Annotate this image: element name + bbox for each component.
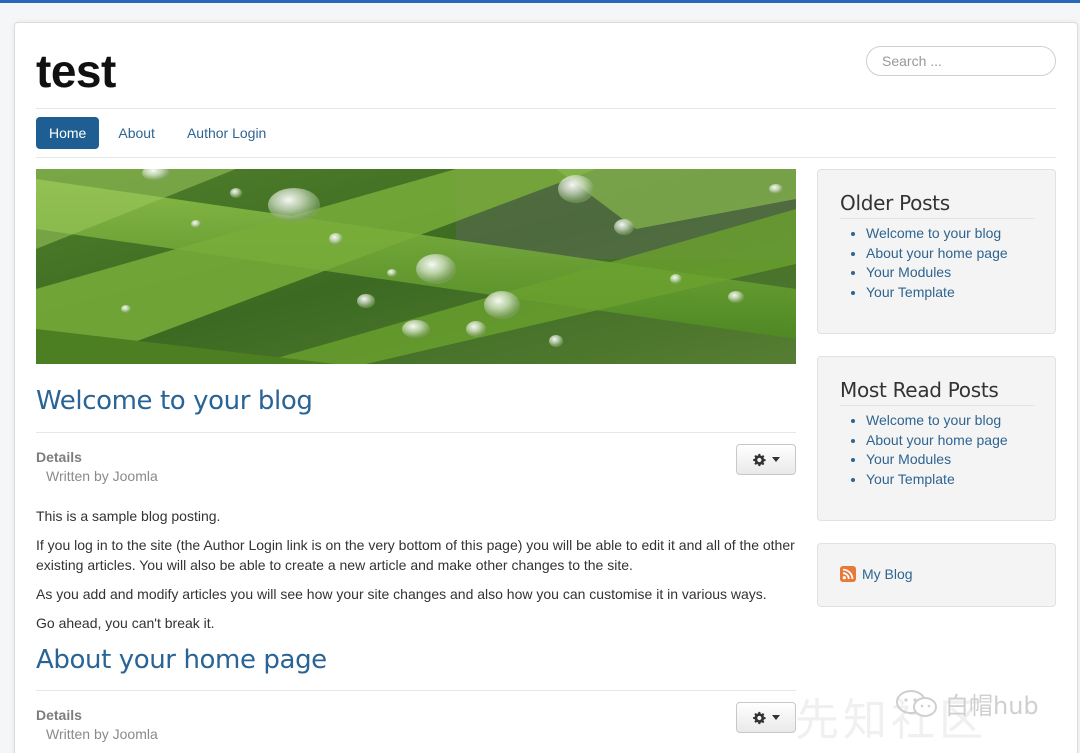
list-item[interactable]: Welcome to your blog — [866, 224, 1008, 244]
article-paragraph: Go ahead, you can't break it. — [36, 615, 215, 631]
list-item[interactable]: About your home page — [866, 244, 1008, 264]
watermark: 白帽hub — [895, 686, 1039, 721]
header-divider — [36, 108, 1056, 109]
feed-link[interactable]: My Blog — [840, 566, 913, 582]
most-read-module: Most Read Posts Welcome to your blog Abo… — [817, 356, 1056, 521]
gear-icon — [753, 711, 766, 724]
main-nav: Home About Author Login — [36, 117, 279, 149]
older-posts-list: Welcome to your blog About your home pag… — [866, 224, 1008, 302]
list-item[interactable]: Your Template — [866, 470, 1008, 490]
most-read-list: Welcome to your blog About your home pag… — [866, 411, 1008, 489]
feed-module: My Blog — [817, 543, 1056, 607]
feed-label: My Blog — [862, 566, 913, 582]
article-title[interactable]: Welcome to your blog — [36, 386, 313, 416]
list-item[interactable]: Your Template — [866, 283, 1008, 303]
details-label: Details — [36, 449, 82, 465]
article-title[interactable]: About your home page — [36, 645, 327, 675]
article-paragraph: As you add and modify articles you will … — [36, 586, 767, 602]
author-line: Written by Joomla — [46, 726, 158, 742]
article-divider — [36, 690, 796, 691]
module-divider — [840, 405, 1035, 406]
article-paragraph: This is a sample blog posting. — [36, 508, 221, 524]
hero-image — [36, 169, 796, 364]
article-tools-button[interactable] — [736, 702, 796, 733]
chevron-down-icon — [772, 715, 780, 720]
nav-item-home[interactable]: Home — [36, 117, 100, 149]
list-item[interactable]: Welcome to your blog — [866, 411, 1008, 431]
chat-bubbles-icon — [896, 689, 937, 717]
nav-item-about[interactable]: About — [105, 117, 168, 149]
list-item[interactable]: About your home page — [866, 431, 1008, 451]
rss-icon — [840, 566, 856, 582]
module-title: Most Read Posts — [840, 378, 999, 402]
author-line: Written by Joomla — [46, 468, 158, 484]
module-title: Older Posts — [840, 191, 950, 215]
article-paragraph: If you log in to the site (the Author Lo… — [36, 537, 795, 573]
older-posts-module: Older Posts Welcome to your blog About y… — [817, 169, 1056, 334]
module-divider — [840, 218, 1035, 219]
details-label: Details — [36, 707, 82, 723]
chevron-down-icon — [772, 457, 780, 462]
browser-top-line — [0, 0, 1080, 3]
site-title[interactable]: test — [36, 44, 116, 98]
article-divider — [36, 432, 796, 433]
watermark-text: 白帽hub — [945, 692, 1039, 720]
search-input[interactable] — [866, 46, 1056, 76]
gear-icon — [753, 453, 766, 466]
nav-item-author-login[interactable]: Author Login — [174, 117, 279, 149]
list-item[interactable]: Your Modules — [866, 450, 1008, 470]
article-tools-button[interactable] — [736, 444, 796, 475]
list-item[interactable]: Your Modules — [866, 263, 1008, 283]
nav-divider — [36, 157, 1056, 158]
